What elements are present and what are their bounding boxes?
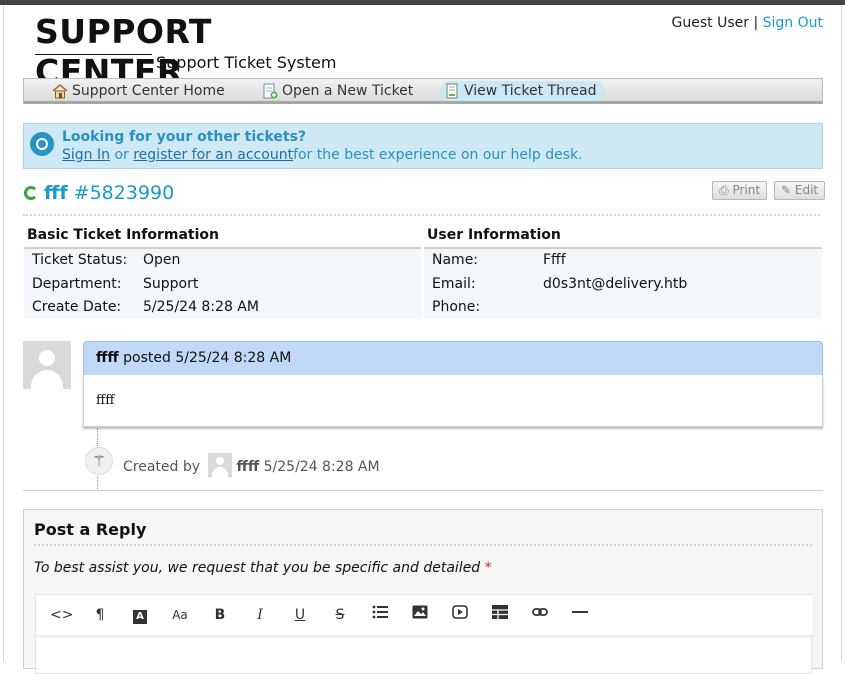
- title-divider: [23, 214, 820, 216]
- register-link[interactable]: register for an account: [133, 147, 293, 163]
- link-icon[interactable]: [530, 605, 550, 625]
- basic-info-table: Ticket Status: Open Department: Support …: [24, 249, 421, 319]
- info-value: Open: [143, 252, 181, 268]
- refresh-icon[interactable]: [24, 186, 38, 200]
- info-banner: Looking for your other tickets? Sign In …: [23, 123, 823, 169]
- text-color-icon[interactable]: A: [130, 605, 150, 625]
- font-size-icon[interactable]: Aa: [170, 605, 190, 625]
- post-reply-section: Post a Reply To best assist you, we requ…: [23, 509, 823, 674]
- nav-label: Support Center Home: [72, 83, 225, 99]
- nav-open-new-ticket[interactable]: Open a New Ticket: [258, 81, 421, 101]
- reply-editor[interactable]: <> ¶ A Aa B I U S: [35, 594, 813, 674]
- info-value: Support: [143, 276, 199, 292]
- event-author: ffff: [236, 459, 260, 475]
- info-label: Phone:: [432, 299, 481, 315]
- info-label: Name:: [432, 252, 479, 268]
- reply-title: Post a Reply: [34, 520, 147, 539]
- reply-divider: [34, 544, 812, 546]
- info-value: Ffff: [543, 252, 566, 268]
- reply-hint: To best assist you, we request that you …: [34, 560, 492, 576]
- underline-icon[interactable]: U: [290, 605, 310, 625]
- banner-title: Looking for your other tickets?: [62, 129, 307, 145]
- guest-user-label: Guest User: [671, 15, 749, 31]
- required-mark: *: [484, 560, 492, 576]
- thread-entry-body: ffff: [83, 375, 823, 427]
- paragraph-icon[interactable]: ¶: [90, 605, 110, 625]
- thread-connector: [97, 428, 98, 446]
- banner-suffix: for the best experience on our help desk…: [293, 147, 583, 163]
- thread-connector: [97, 476, 98, 489]
- table-icon[interactable]: [490, 605, 510, 625]
- info-label: Create Date:: [32, 299, 122, 315]
- thread-entry-meta: ffff posted 5/25/24 8:28 AM: [96, 350, 291, 366]
- info-label: Email:: [432, 276, 476, 292]
- strikethrough-icon[interactable]: S: [330, 605, 350, 625]
- ticket-number[interactable]: #5823990: [74, 182, 175, 204]
- code-view-icon[interactable]: <>: [50, 605, 73, 625]
- reply-hint-text: To best assist you, we request that you …: [34, 560, 481, 576]
- print-label: Print: [732, 183, 761, 197]
- user-info-table: Name: Ffff Email: d0s3nt@delivery.htb Ph…: [424, 249, 822, 319]
- thread-divider: [23, 490, 823, 491]
- separator: |: [753, 15, 759, 31]
- post-author: ffff: [96, 350, 119, 366]
- print-button[interactable]: ⎙ Print: [712, 181, 768, 200]
- info-label: Department:: [32, 276, 122, 292]
- edit-button[interactable]: ✎ Edit: [774, 181, 826, 200]
- banner-text: Sign In or register for an accountfor th…: [62, 147, 583, 163]
- ticket-title: fff #5823990: [24, 182, 174, 204]
- edit-label: Edit: [794, 183, 819, 197]
- nav-label: View Ticket Thread: [464, 83, 597, 99]
- image-icon[interactable]: [410, 605, 430, 625]
- avatar: [23, 341, 71, 389]
- list-icon[interactable]: [370, 605, 390, 625]
- print-icon: ⎙: [719, 183, 729, 197]
- basic-info-heading: Basic Ticket Information: [27, 227, 219, 243]
- sign-in-link[interactable]: Sign In: [62, 147, 110, 163]
- horizontal-rule-icon[interactable]: [570, 605, 590, 625]
- avatar-head: [39, 350, 55, 366]
- user-box: Guest User | Sign Out: [672, 15, 823, 31]
- compass-icon: [30, 132, 54, 156]
- banner-or: or: [114, 147, 129, 163]
- ticket-thread-icon: [446, 83, 458, 99]
- event-time: 5/25/24 8:28 AM: [263, 459, 380, 475]
- info-value: 5/25/24 8:28 AM: [143, 299, 259, 315]
- new-ticket-icon: [263, 83, 278, 99]
- nav-view-ticket-thread[interactable]: View Ticket Thread: [440, 81, 605, 101]
- magic-wand-icon: ⚚: [85, 447, 113, 475]
- logo-subtitle: Support Ticket System: [156, 53, 337, 72]
- nav-label: Open a New Ticket: [282, 83, 414, 99]
- post-time: posted 5/25/24 8:28 AM: [123, 350, 292, 366]
- post-message: ffff: [96, 393, 115, 408]
- video-icon[interactable]: [450, 605, 470, 625]
- user-info-heading: User Information: [427, 227, 561, 243]
- editor-toolbar: <> ¶ A Aa B I U S: [36, 595, 813, 635]
- home-icon: [52, 83, 68, 99]
- info-label: Ticket Status:: [32, 252, 128, 268]
- logo-rule: [35, 54, 152, 55]
- thread-event: Created by ffff 5/25/24 8:28 AM: [123, 453, 380, 477]
- info-value: d0s3nt@delivery.htb: [543, 276, 688, 292]
- site-logo[interactable]: SUPPORT CENTER Support Ticket System: [35, 12, 336, 91]
- avatar-body: [31, 370, 63, 389]
- mini-avatar: [208, 453, 233, 477]
- bold-icon[interactable]: B: [210, 605, 230, 625]
- edit-icon: ✎: [781, 183, 792, 197]
- event-prefix: Created by: [123, 459, 201, 475]
- sign-out-link[interactable]: Sign Out: [763, 15, 823, 31]
- thread-entry-header: ffff posted 5/25/24 8:28 AM: [83, 341, 823, 376]
- italic-icon[interactable]: I: [250, 605, 270, 625]
- nav-support-center-home[interactable]: Support Center Home: [48, 81, 233, 101]
- ticket-subject: fff: [44, 182, 68, 204]
- main-nav: Support Center Home Open a New Ticket Vi…: [23, 78, 823, 104]
